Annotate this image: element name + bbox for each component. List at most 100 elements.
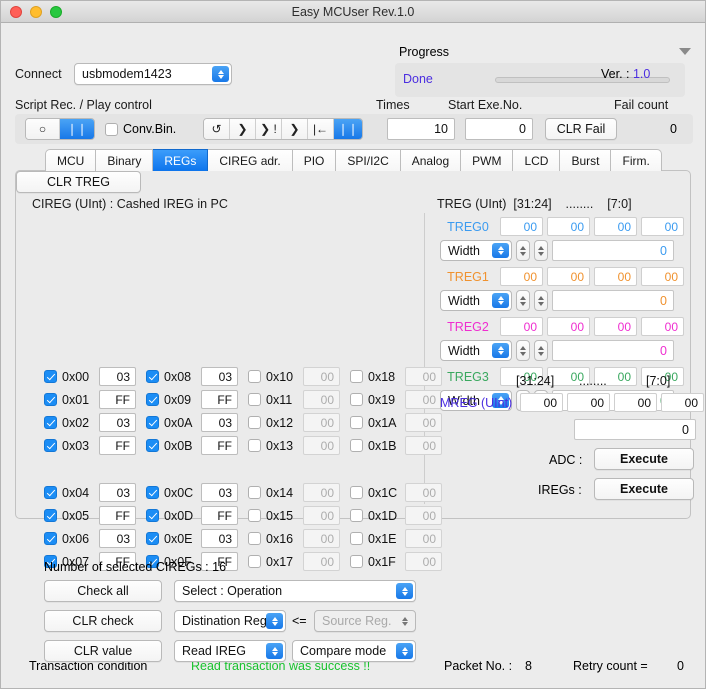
mreg-byte-1[interactable]: 00: [567, 393, 610, 412]
start-exe-input[interactable]: 0: [465, 118, 533, 140]
clr-treg-button[interactable]: CLR TREG: [16, 171, 141, 193]
tab-lcd[interactable]: LCD: [513, 149, 561, 171]
cireg-checkbox-0x08[interactable]: [146, 370, 159, 383]
treg0-byte-0[interactable]: 00: [500, 217, 543, 236]
cireg-checkbox-0x1f[interactable]: [350, 555, 363, 568]
cireg-checkbox-0x0b[interactable]: [146, 439, 159, 452]
iregs-execute-button[interactable]: Execute: [594, 478, 694, 500]
play-segmented-control[interactable]: ↺ ❯ ❯ ! ❯ |← ❘❘: [203, 118, 363, 140]
cireg-checkbox-0x15[interactable]: [248, 509, 261, 522]
cireg-value-input[interactable]: 00: [303, 367, 340, 386]
treg0-byte-1[interactable]: 00: [547, 217, 590, 236]
tab-bar[interactable]: MCU Binary REGs CIREG adr. PIO SPI/I2C Analog P…: [45, 149, 662, 171]
tab-analog[interactable]: Analog: [400, 149, 462, 171]
tab-pwm[interactable]: PWM: [461, 149, 514, 171]
cireg-checkbox-0x00[interactable]: [44, 370, 57, 383]
treg1-stepper-b[interactable]: [534, 290, 548, 311]
times-input[interactable]: 10: [387, 118, 455, 140]
clr-check-button[interactable]: CLR check: [44, 610, 162, 632]
cireg-checkbox-0x1b[interactable]: [350, 439, 363, 452]
cireg-value-input[interactable]: 00: [303, 483, 340, 502]
play-icon[interactable]: ❯: [282, 119, 308, 139]
cireg-value-input[interactable]: 03: [201, 413, 238, 432]
treg2-byte-2[interactable]: 00: [594, 317, 637, 336]
cireg-value-input[interactable]: 00: [405, 483, 442, 502]
cireg-checkbox-0x1a[interactable]: [350, 416, 363, 429]
tab-pio[interactable]: PIO: [292, 149, 337, 171]
cireg-value-input[interactable]: 00: [303, 506, 340, 525]
cireg-value-input[interactable]: 00: [405, 506, 442, 525]
record-segmented-control[interactable]: ○ ❘❘: [25, 118, 95, 140]
treg1-byte-2[interactable]: 00: [594, 267, 637, 286]
record-pause-icon[interactable]: ❘❘: [60, 119, 94, 139]
clr-value-button[interactable]: CLR value: [44, 640, 162, 662]
treg1-byte-0[interactable]: 00: [500, 267, 543, 286]
cireg-value-input[interactable]: 00: [405, 529, 442, 548]
cireg-value-input[interactable]: 03: [99, 367, 136, 386]
clr-fail-button[interactable]: CLR Fail: [545, 118, 617, 140]
cireg-value-input[interactable]: 03: [201, 367, 238, 386]
cireg-value-input[interactable]: 00: [405, 367, 442, 386]
cireg-checkbox-0x04[interactable]: [44, 486, 57, 499]
cireg-value-input[interactable]: 00: [303, 552, 340, 571]
destination-reg-select[interactable]: Distination Reg.: [174, 610, 286, 632]
cireg-value-input[interactable]: FF: [99, 390, 136, 409]
treg1-byte-3[interactable]: 00: [641, 267, 684, 286]
connect-port-select[interactable]: usbmodem1423: [74, 63, 232, 85]
cireg-checkbox-0x0d[interactable]: [146, 509, 159, 522]
rewind-icon[interactable]: |←: [308, 119, 334, 139]
cireg-checkbox-0x18[interactable]: [350, 370, 363, 383]
cireg-checkbox-0x16[interactable]: [248, 532, 261, 545]
cireg-value-input[interactable]: FF: [201, 390, 238, 409]
treg2-width-select[interactable]: Width: [440, 340, 512, 361]
cireg-checkbox-0x10[interactable]: [248, 370, 261, 383]
cireg-checkbox-0x02[interactable]: [44, 416, 57, 429]
cireg-value-input[interactable]: 00: [405, 390, 442, 409]
treg2-total-input[interactable]: 0: [552, 340, 674, 361]
cireg-value-input[interactable]: 00: [405, 552, 442, 571]
source-reg-select[interactable]: Source Reg.: [314, 610, 416, 632]
treg2-byte-3[interactable]: 00: [641, 317, 684, 336]
loop-icon[interactable]: ↺: [204, 119, 230, 139]
tab-cireg-adr[interactable]: CIREG adr.: [208, 149, 293, 171]
treg1-byte-1[interactable]: 00: [547, 267, 590, 286]
step-break-icon[interactable]: ❯ !: [256, 119, 282, 139]
treg0-stepper-b[interactable]: [534, 240, 548, 261]
cireg-value-input[interactable]: 03: [201, 529, 238, 548]
cireg-checkbox-0x17[interactable]: [248, 555, 261, 568]
cireg-checkbox-0x14[interactable]: [248, 486, 261, 499]
cireg-value-input[interactable]: FF: [201, 506, 238, 525]
cireg-checkbox-0x01[interactable]: [44, 393, 57, 406]
cireg-checkbox-0x0e[interactable]: [146, 532, 159, 545]
tab-binary[interactable]: Binary: [96, 149, 154, 171]
mreg-byte-0[interactable]: 00: [520, 393, 563, 412]
cireg-value-input[interactable]: 03: [99, 413, 136, 432]
cireg-checkbox-0x1d[interactable]: [350, 509, 363, 522]
cireg-value-input[interactable]: 00: [303, 390, 340, 409]
treg0-width-select[interactable]: Width: [440, 240, 512, 261]
tab-regs[interactable]: REGs: [153, 149, 209, 171]
treg1-total-input[interactable]: 0: [552, 290, 674, 311]
cireg-checkbox-0x13[interactable]: [248, 439, 261, 452]
step-icon[interactable]: ❯: [230, 119, 256, 139]
cireg-checkbox-0x0c[interactable]: [146, 486, 159, 499]
cireg-checkbox-0x05[interactable]: [44, 509, 57, 522]
chevron-down-icon[interactable]: [679, 48, 691, 55]
cireg-value-input[interactable]: 03: [201, 483, 238, 502]
cireg-checkbox-0x09[interactable]: [146, 393, 159, 406]
check-all-button[interactable]: Check all: [44, 580, 162, 602]
treg2-byte-1[interactable]: 00: [547, 317, 590, 336]
conv-bin-checkbox[interactable]: Conv.Bin.: [105, 122, 176, 136]
operation-select[interactable]: Select : Operation: [174, 580, 416, 602]
treg1-width-select[interactable]: Width: [440, 290, 512, 311]
cireg-value-input[interactable]: 00: [303, 529, 340, 548]
compare-mode-select[interactable]: Compare mode: [292, 640, 416, 662]
tab-spi-i2c[interactable]: SPI/I2C: [336, 149, 401, 171]
cireg-checkbox-0x12[interactable]: [248, 416, 261, 429]
cireg-checkbox-0x11[interactable]: [248, 393, 261, 406]
cireg-checkbox-0x0a[interactable]: [146, 416, 159, 429]
cireg-value-input[interactable]: 00: [303, 413, 340, 432]
cireg-checkbox-0x1c[interactable]: [350, 486, 363, 499]
cireg-value-input[interactable]: FF: [99, 506, 136, 525]
read-ireg-select[interactable]: Read IREG: [174, 640, 286, 662]
